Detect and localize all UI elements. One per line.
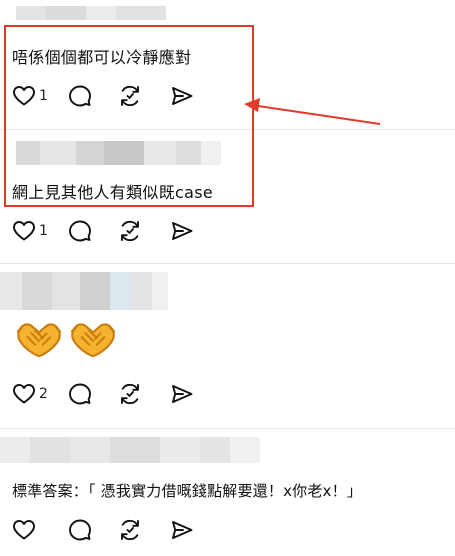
annotation-arrow: [244, 98, 381, 125]
